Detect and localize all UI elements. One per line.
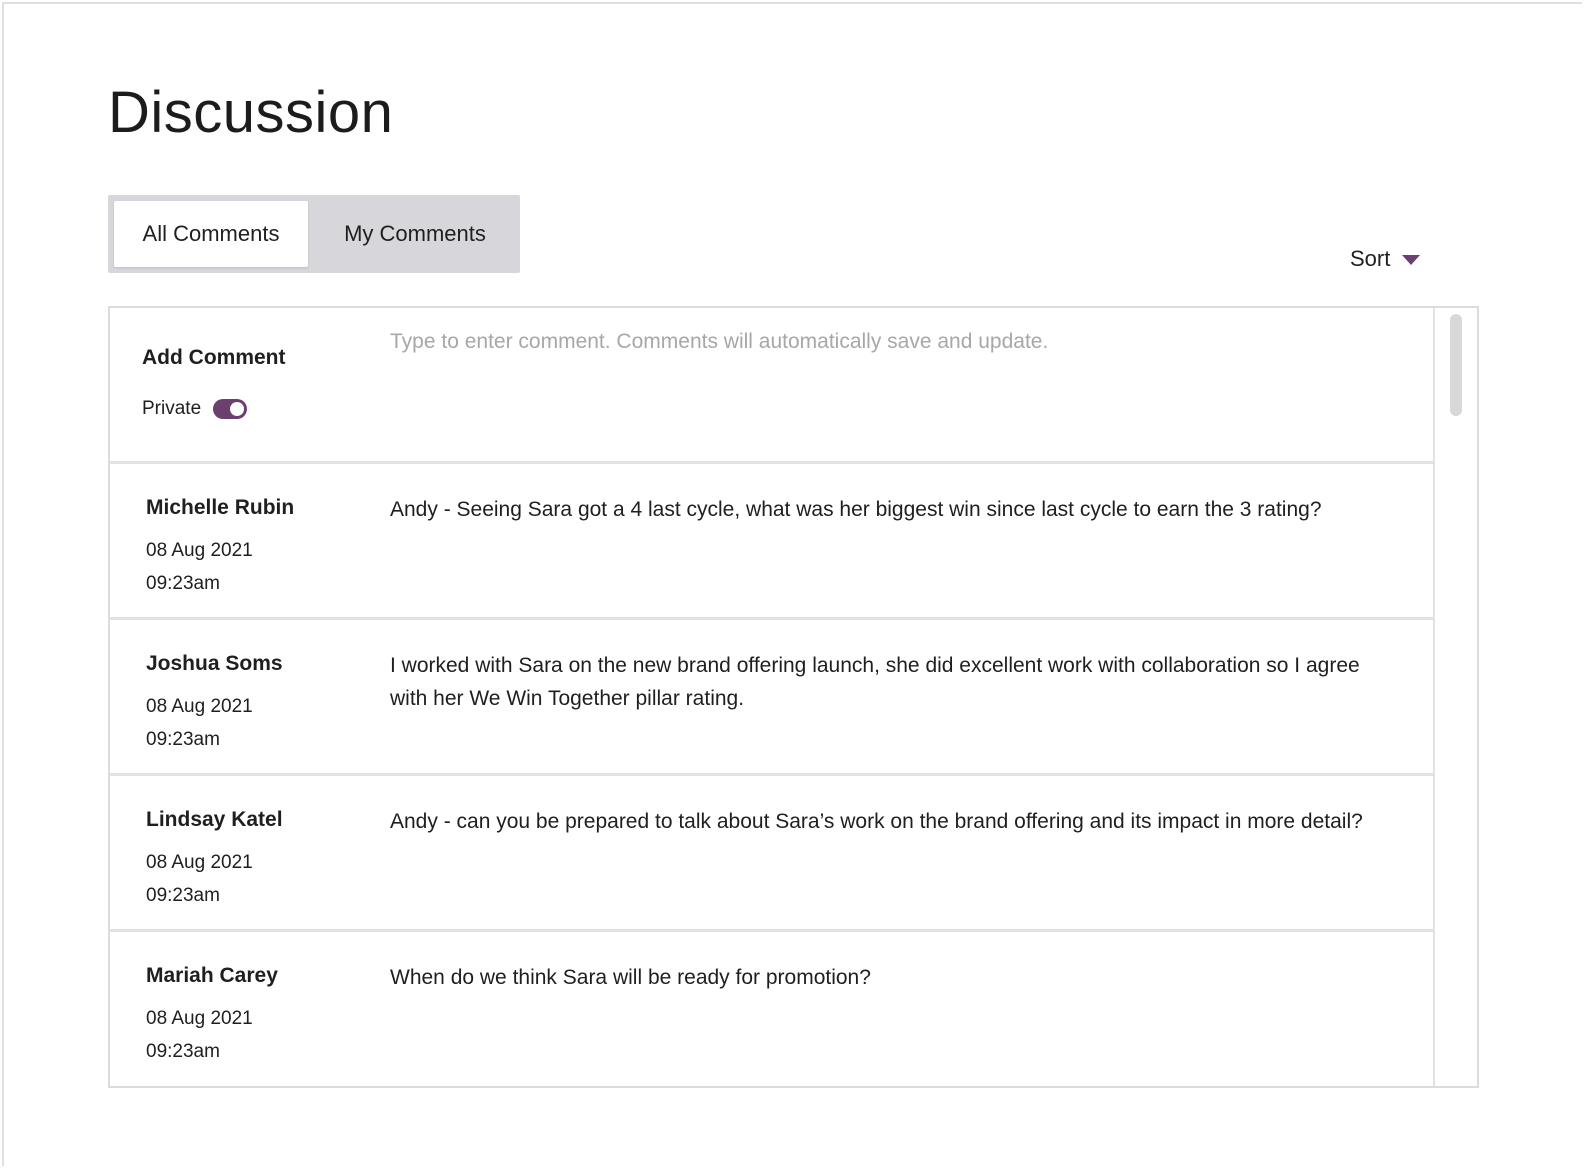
sort-label: Sort [1350,246,1391,271]
comment-date: 08 Aug 2021 [146,1008,253,1029]
comment-text: Andy - Seeing Sara got a 4 last cycle, w… [390,498,1322,521]
private-label: Private [142,398,202,419]
comment-author: Joshua Soms [146,652,283,675]
comment-row: Michelle Rubin 08 Aug 2021 09:23am Andy … [110,464,1433,620]
toggle-knob [230,402,245,416]
comment-time: 09:23am [146,729,220,750]
comment-row: Joshua Soms 08 Aug 2021 09:23am I worked… [110,620,1433,776]
comment-text: Andy - can you be prepared to talk about… [390,810,1363,833]
scrollbar-thumb[interactable] [1450,314,1462,416]
comment-author: Mariah Carey [146,964,278,987]
comment-filter-tabs: All Comments My Comments [108,195,520,273]
comment-text: I worked with Sara on the new brand offe… [390,654,1360,710]
comment-row: Lindsay Katel 08 Aug 2021 09:23am Andy -… [110,776,1433,932]
scrollbar-track[interactable] [1433,308,1477,1086]
comment-text: When do we think Sara will be ready for … [390,966,871,989]
comment-author: Michelle Rubin [146,496,295,519]
comment-time: 09:23am [146,573,220,594]
comment-time: 09:23am [146,1041,220,1062]
tab-all-comments[interactable]: All Comments [114,201,308,267]
page-title: Discussion [108,80,394,145]
sort-dropdown[interactable]: Sort [1350,246,1421,272]
comment-date: 08 Aug 2021 [146,696,253,717]
comment-time: 09:23am [146,885,220,906]
tab-my-comments[interactable]: My Comments [318,201,512,267]
comments-list: Add Comment Private Michelle Rubin 08 Au… [110,308,1433,1086]
comment-author: Lindsay Katel [146,808,283,831]
private-setting: Private [142,398,248,420]
caret-down-icon [1402,255,1421,265]
add-comment-label: Add Comment [142,346,286,369]
comments-panel: Add Comment Private Michelle Rubin 08 Au… [108,306,1479,1088]
private-toggle[interactable] [213,399,248,419]
comment-date: 08 Aug 2021 [146,540,253,561]
add-comment-row: Add Comment Private [110,308,1433,464]
comment-date: 08 Aug 2021 [146,852,253,873]
comment-row: Mariah Carey 08 Aug 2021 09:23am When do… [110,932,1433,1086]
comment-input[interactable] [390,326,1410,444]
